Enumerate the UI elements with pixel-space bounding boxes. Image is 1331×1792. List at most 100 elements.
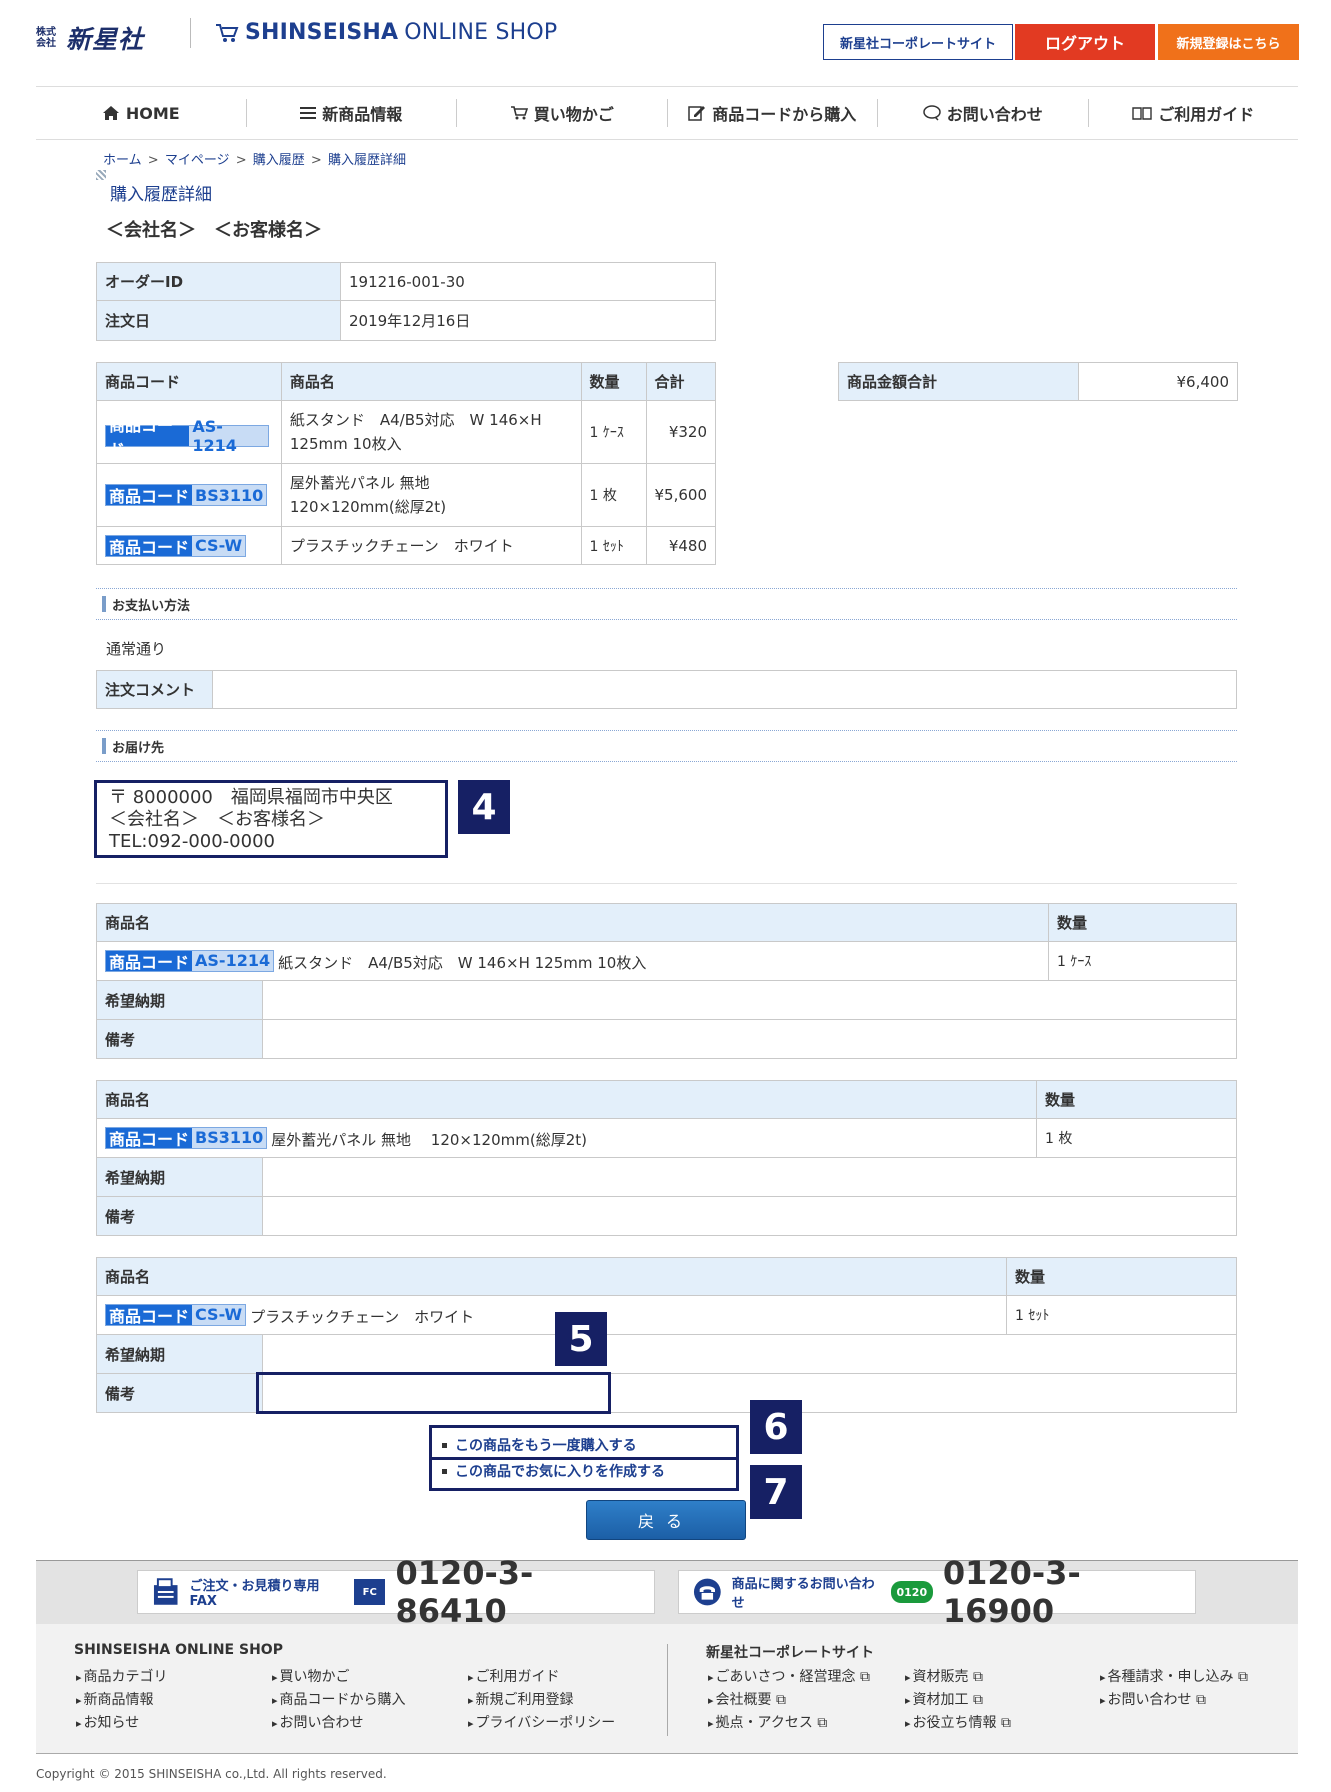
total-cell: ¥480 [645, 526, 716, 565]
product-code-link[interactable]: 商品コード CS-W [105, 534, 247, 557]
external-link-icon: ⧉ [775, 1692, 786, 1708]
footer-link-label: 会社概要 [715, 1692, 772, 1708]
order-id-label: オーダーID [96, 262, 341, 301]
product-code-link[interactable]: 商品コード AS-1214 [105, 949, 275, 972]
delivery-date-value [262, 980, 1237, 1020]
marker-7: 7 [750, 1465, 802, 1519]
footer-link[interactable]: お問い合わせ ⧉ [1100, 1689, 1206, 1709]
global-nav: HOME 新商品情報 買い物かご 商品コードから購入 お問い合わせ ご利用ガイド [36, 86, 1298, 140]
footer-link[interactable]: 買い物かご [272, 1666, 350, 1686]
logo-divider [190, 18, 191, 48]
product-code-link[interactable]: 商品コード CS-W [105, 1303, 247, 1326]
comment-value [212, 670, 1237, 709]
logo-big-text: 新星社 [66, 25, 145, 54]
footer-link[interactable]: お問い合わせ [272, 1712, 364, 1732]
footer-link[interactable]: 各種請求・申し込み ⧉ [1100, 1666, 1248, 1686]
nav-label: 新商品情報 [322, 105, 403, 124]
code-value: BS3110 [192, 1127, 267, 1148]
footer-link[interactable]: 資材販売 ⧉ [905, 1666, 983, 1686]
footer-shop-title: SHINSEISHA ONLINE SHOP [74, 1642, 283, 1658]
corporate-site-button[interactable]: 新星社コーポレートサイト [823, 24, 1013, 60]
shinseisha-logo[interactable]: 株式会社 新星社 [36, 20, 144, 56]
breadcrumb: ホーム > マイページ > 購入履歴 > 購入履歴詳細 [103, 153, 406, 168]
favorite-link[interactable]: この商品でお気に入りを作成する [442, 1461, 726, 1481]
code-prefix: 商品コード [106, 1127, 193, 1149]
external-link-icon: ⧉ [1237, 1669, 1248, 1685]
address-tel: TEL:092-000-0000 [109, 831, 275, 852]
fax-label: ご注文・お見積り専用FAX [189, 1579, 320, 1609]
edit-icon [688, 106, 706, 121]
footer-link[interactable]: ごあいさつ・経営理念 ⧉ [708, 1666, 870, 1686]
detail-product-name: 屋外蓄光パネル 無地 120×120mm(総厚2t) [271, 1130, 587, 1149]
title-mark-icon [96, 170, 106, 180]
nav-new-products[interactable]: 新商品情報 [247, 99, 457, 127]
code-value: CS-W [192, 1304, 246, 1325]
detail-product-cell: 商品コード AS-1214 紙スタンド A4/B5対応 W 146×H 125mm … [96, 941, 1049, 981]
code-prefix: 商品コード [106, 950, 193, 972]
external-link-icon: ⧉ [972, 1692, 983, 1708]
note-label: 備考 [96, 1019, 263, 1059]
order-id-value: 191216-001-30 [340, 262, 716, 301]
cart-icon [510, 106, 528, 120]
code-prefix: 商品コード [106, 416, 190, 459]
col-code: 商品コード [96, 362, 282, 401]
footer-link[interactable]: 商品コードから購入 [272, 1689, 406, 1709]
footer-link[interactable]: 新商品情報 [76, 1689, 154, 1709]
breadcrumb-home[interactable]: ホーム [103, 153, 142, 168]
nav-label: 買い物かご [533, 105, 614, 124]
register-button[interactable]: 新規登録はこちら [1158, 24, 1299, 60]
table-row: 商品コード BS3110 屋外蓄光パネル 無地 120×120mm(総厚2t) 1 … [96, 463, 716, 527]
footer-link[interactable]: 新規ご利用登録 [468, 1689, 574, 1709]
name-line2: 125mm 10枚入 [289, 435, 402, 453]
product-code-link[interactable]: 商品コード BS3110 [105, 1126, 268, 1149]
logout-button[interactable]: ログアウト [1015, 24, 1155, 60]
name-cell: 紙スタンド A4/B5対応 W 146×H 125mm 10枚入 [280, 400, 582, 464]
breadcrumb-mypage[interactable]: マイページ [165, 153, 230, 168]
footer-link[interactable]: 商品カテゴリ [76, 1666, 168, 1686]
footer-link[interactable]: プライバシーポリシー [468, 1712, 616, 1732]
nav-guide[interactable]: ご利用ガイド [1089, 99, 1299, 127]
detail-qty-header: 数量 [1036, 1080, 1237, 1119]
footer-link[interactable]: お役立ち情報 ⧉ [905, 1712, 1011, 1732]
footer-link[interactable]: 資材加工 ⧉ [905, 1689, 983, 1709]
freedial-icon: 0120 [890, 1581, 933, 1603]
section-bar [102, 596, 106, 612]
rebuy-label: この商品をもう一度購入する [455, 1438, 637, 1454]
table-row: 商品コード AS-1214 紙スタンド A4/B5対応 W 146×H 125mm … [96, 400, 716, 464]
footer-link[interactable]: 会社概要 ⧉ [708, 1689, 786, 1709]
nav-label: ご利用ガイド [1158, 105, 1255, 124]
detail-block-2: 商品名 数量 商品コード BS3110 屋外蓄光パネル 無地 120×120mm(総… [96, 1080, 1237, 1236]
delivery-date-value [262, 1157, 1237, 1197]
section-bar [102, 738, 106, 754]
nav-label: お問い合わせ [946, 105, 1043, 124]
online-shop-logo[interactable]: SHINSEISHA ONLINE SHOP [215, 20, 557, 45]
code-prefix: 商品コード [106, 1304, 193, 1326]
detail-product-name: 紙スタンド A4/B5対応 W 146×H 125mm 10枚入 [278, 953, 647, 972]
qty-cell: 1 枚 [580, 463, 647, 527]
shop-name-thin: ONLINE SHOP [404, 20, 558, 45]
shop-name-bold: SHINSEISHA [245, 20, 399, 45]
product-code-link[interactable]: 商品コード AS-1214 [105, 416, 269, 459]
nav-home[interactable]: HOME [36, 99, 247, 127]
footer-link-label: 各種請求・申し込み [1107, 1669, 1234, 1685]
bullet-icon [442, 1468, 447, 1474]
tel-label: 商品に関するお問い合わせ [731, 1577, 875, 1611]
product-code-link[interactable]: 商品コード BS3110 [105, 484, 268, 506]
breadcrumb-history[interactable]: 購入履歴 [253, 153, 305, 168]
breadcrumb-current[interactable]: 購入履歴詳細 [328, 153, 406, 168]
footer-link[interactable]: 拠点・アクセス ⧉ [708, 1712, 828, 1732]
back-button[interactable]: 戻る [586, 1500, 746, 1540]
footer-link[interactable]: お知らせ [76, 1712, 140, 1732]
nav-contact[interactable]: お問い合わせ [878, 99, 1089, 127]
section-title: お支払い方法 [112, 598, 191, 614]
detail-qty-header: 数量 [1048, 903, 1237, 942]
section-title: お届け先 [112, 740, 165, 756]
rebuy-link[interactable]: この商品をもう一度購入する [442, 1435, 726, 1455]
nav-cart[interactable]: 買い物かご [457, 99, 668, 127]
note-input-highlight[interactable] [256, 1372, 611, 1414]
nav-code-purchase[interactable]: 商品コードから購入 [668, 99, 878, 127]
note-value [262, 1019, 1237, 1059]
footer-link[interactable]: ご利用ガイド [468, 1666, 560, 1686]
code-prefix: 商品コード [106, 485, 193, 506]
detail-name-header: 商品名 [96, 1257, 1007, 1296]
